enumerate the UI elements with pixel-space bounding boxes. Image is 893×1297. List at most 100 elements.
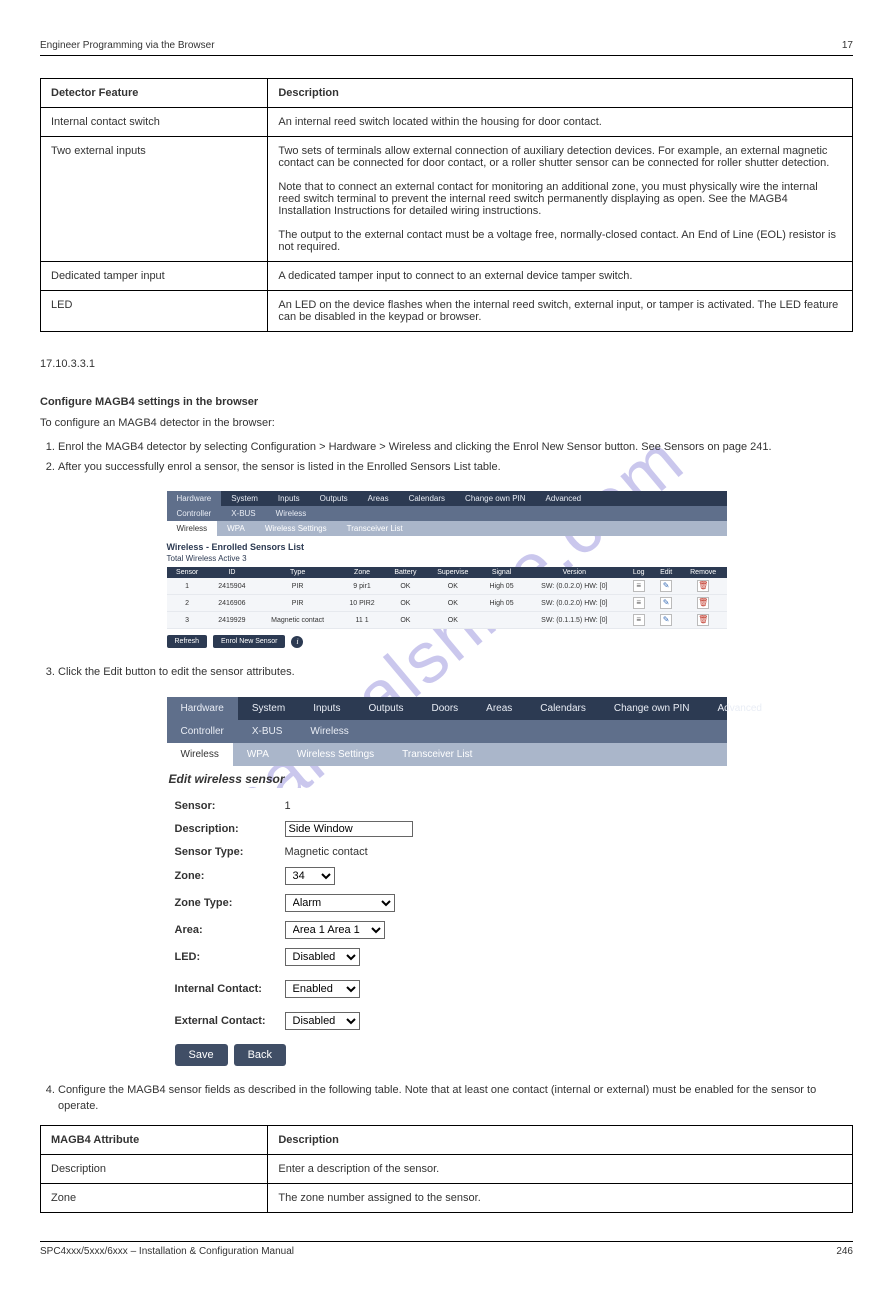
tab-areas[interactable]: Areas [472, 697, 526, 720]
log-icon[interactable]: ≡ [633, 614, 645, 626]
list-item: Enrol the MAGB4 detector by selecting Co… [58, 439, 853, 456]
sensor-value: 1 [285, 800, 291, 812]
log-icon[interactable]: ≡ [633, 597, 645, 609]
section-title: Configure MAGB4 settings in the browser [40, 396, 853, 408]
list-item: Click the Edit button to edit the sensor… [58, 664, 853, 681]
tab-calendars[interactable]: Calendars [399, 491, 455, 506]
intro-text: To configure an MAGB4 detector in the br… [40, 416, 853, 431]
subtab-controller[interactable]: Controller [167, 506, 222, 521]
tab-change-pin[interactable]: Change own PIN [600, 697, 704, 720]
table-row: 3 2419929 Magnetic contact 11 1 OK OK SW… [167, 612, 727, 629]
area-label: Area: [175, 924, 285, 936]
tab-change-pin[interactable]: Change own PIN [455, 491, 535, 506]
tab-outputs[interactable]: Outputs [354, 697, 417, 720]
step-list-cont2: Configure the MAGB4 sensor fields as des… [58, 1082, 853, 1115]
log-icon[interactable]: ≡ [633, 580, 645, 592]
screenshot-sensor-list: Hardware System Inputs Outputs Areas Cal… [167, 491, 727, 648]
edit-icon[interactable]: ✎ [660, 614, 672, 626]
screenshot-edit-sensor: Hardware System Inputs Outputs Doors Are… [167, 697, 727, 1066]
subsubtab-wireless[interactable]: Wireless [167, 521, 218, 536]
info-icon[interactable]: i [291, 636, 303, 648]
remove-icon[interactable]: 🗑 [697, 597, 709, 609]
col-description: Description [268, 79, 853, 108]
panel-subtitle: Total Wireless Active 3 [167, 554, 727, 567]
nav-row-1: Hardware System Inputs Outputs Areas Cal… [167, 491, 727, 506]
description-input[interactable] [285, 821, 413, 837]
sensor-label: Sensor: [175, 800, 285, 812]
save-button[interactable]: Save [175, 1044, 228, 1066]
table-row: Two external inputs Two sets of terminal… [41, 137, 853, 262]
zone-type-select[interactable]: Alarm [285, 894, 395, 912]
page-footer: SPC4xxx/5xxx/6xxx – Installation & Confi… [40, 1241, 853, 1257]
external-contact-label: External Contact: [175, 1015, 285, 1027]
subsubtab-wpa[interactable]: WPA [217, 521, 255, 536]
col-attr: MAGB4 Attribute [41, 1125, 268, 1154]
tab-hardware[interactable]: Hardware [167, 491, 222, 506]
tab-inputs[interactable]: Inputs [299, 697, 354, 720]
zone-label: Zone: [175, 870, 285, 882]
remove-icon[interactable]: 🗑 [697, 614, 709, 626]
table-row: 2 2416906 PIR 10 PIR2 OK OK High 05 SW: … [167, 595, 727, 612]
subsubtab-wsettings[interactable]: Wireless Settings [255, 521, 337, 536]
remove-icon[interactable]: 🗑 [697, 580, 709, 592]
panel-title: Wireless - Enrolled Sensors List [167, 536, 727, 554]
col-feature: Detector Feature [41, 79, 268, 108]
tab-system[interactable]: System [238, 697, 299, 720]
nav-row-2: Controller X-BUS Wireless [167, 506, 727, 521]
table-row: Internal contact switch An internal reed… [41, 108, 853, 137]
led-select[interactable]: Disabled [285, 948, 360, 966]
list-item: After you successfully enrol a sensor, t… [58, 459, 853, 476]
step-list: Enrol the MAGB4 detector by selecting Co… [58, 439, 853, 475]
back-button[interactable]: Back [234, 1044, 286, 1066]
tab-inputs[interactable]: Inputs [268, 491, 310, 506]
area-select[interactable]: Area 1 Area 1 [285, 921, 385, 939]
internal-contact-label: Internal Contact: [175, 983, 285, 995]
subsubtab-txlist[interactable]: Transceiver List [388, 743, 486, 766]
table-row: Zone The zone number assigned to the sen… [41, 1183, 853, 1212]
tab-system[interactable]: System [221, 491, 268, 506]
internal-contact-select[interactable]: Enabled [285, 980, 360, 998]
enrol-button[interactable]: Enrol New Sensor [213, 635, 285, 648]
tab-advanced[interactable]: Advanced [704, 697, 776, 720]
tab-calendars[interactable]: Calendars [526, 697, 600, 720]
edit-icon[interactable]: ✎ [660, 580, 672, 592]
refresh-button[interactable]: Refresh [167, 635, 208, 648]
subsubtab-wpa[interactable]: WPA [233, 743, 283, 766]
table-row: Description Enter a description of the s… [41, 1154, 853, 1183]
nav-row-2: Controller X-BUS Wireless [167, 720, 727, 743]
subtab-xbus[interactable]: X-BUS [238, 720, 297, 743]
nav-row-1: Hardware System Inputs Outputs Doors Are… [167, 697, 727, 720]
subtab-controller[interactable]: Controller [167, 720, 238, 743]
subtab-wireless[interactable]: Wireless [266, 506, 317, 521]
nav-row-3: Wireless WPA Wireless Settings Transceiv… [167, 521, 727, 536]
tab-advanced[interactable]: Advanced [536, 491, 592, 506]
tab-doors[interactable]: Doors [417, 697, 472, 720]
table-row: 1 2415904 PIR 9 pir1 OK OK High 05 SW: (… [167, 578, 727, 595]
edit-icon[interactable]: ✎ [660, 597, 672, 609]
step-list-cont: Click the Edit button to edit the sensor… [58, 664, 853, 681]
table-row: LED An LED on the device flashes when th… [41, 291, 853, 332]
subsubtab-txlist[interactable]: Transceiver List [337, 521, 413, 536]
description-label: Description: [175, 823, 285, 835]
subsubtab-wireless[interactable]: Wireless [167, 743, 233, 766]
zone-select[interactable]: 34 [285, 867, 335, 885]
detector-feature-table: Detector Feature Description Internal co… [40, 78, 853, 332]
page-header: Engineer Programming via the Browser 17 [40, 0, 853, 56]
footer-right: 246 [836, 1246, 853, 1257]
nav-row-3: Wireless WPA Wireless Settings Transceiv… [167, 743, 727, 766]
table-row: Dedicated tamper input A dedicated tampe… [41, 262, 853, 291]
edit-form: Sensor: 1 Description: Sensor Type: Magn… [167, 788, 727, 1066]
edit-panel-title: Edit wireless sensor [167, 766, 727, 788]
sensor-type-value: Magnetic contact [285, 846, 368, 858]
zone-type-label: Zone Type: [175, 897, 285, 909]
subtab-xbus[interactable]: X-BUS [221, 506, 265, 521]
tab-areas[interactable]: Areas [358, 491, 399, 506]
tab-hardware[interactable]: Hardware [167, 697, 238, 720]
magb4-attribute-table: MAGB4 Attribute Description Description … [40, 1125, 853, 1213]
subsubtab-wsettings[interactable]: Wireless Settings [283, 743, 388, 766]
led-label: LED: [175, 951, 285, 963]
subtab-wireless[interactable]: Wireless [296, 720, 362, 743]
sensor-list-table: Sensor ID Type Zone Battery Supervise Si… [167, 567, 727, 629]
external-contact-select[interactable]: Disabled [285, 1012, 360, 1030]
tab-outputs[interactable]: Outputs [310, 491, 358, 506]
